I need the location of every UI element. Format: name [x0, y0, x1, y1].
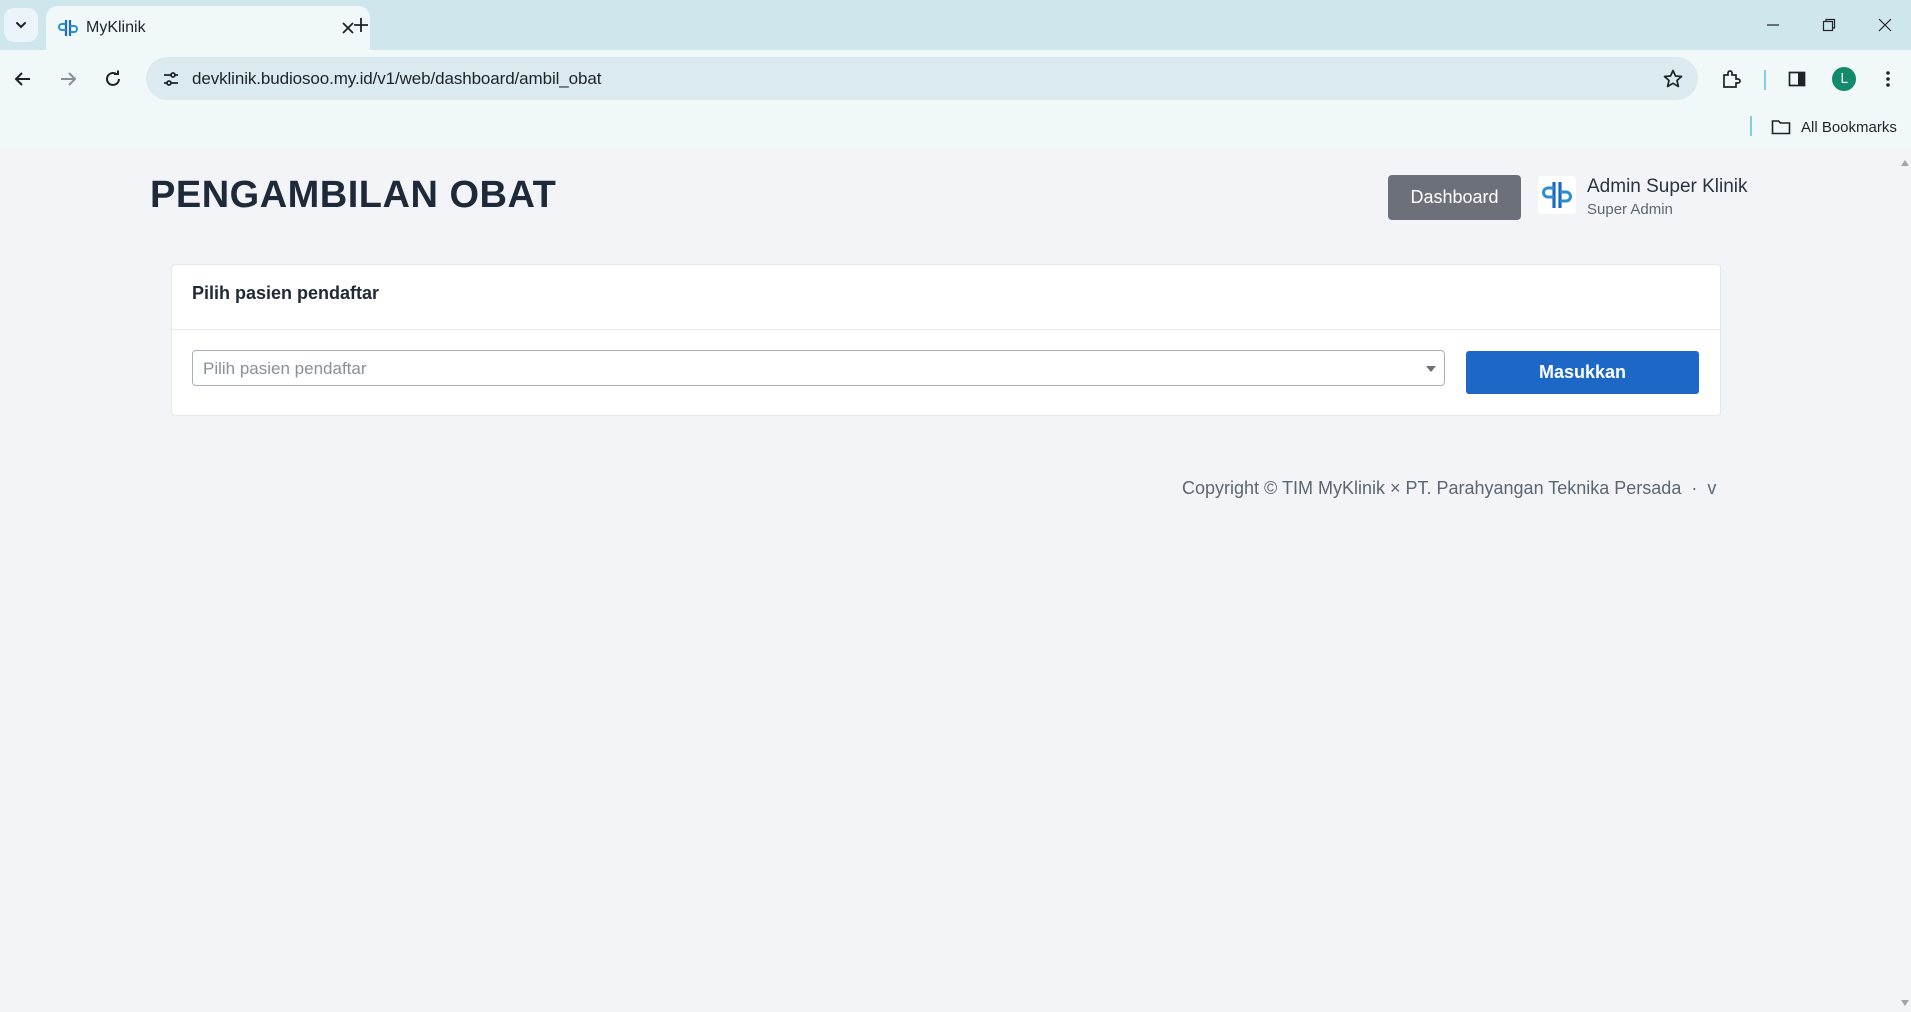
dropdown-arrow-icon [1426, 366, 1436, 372]
tab-title: MyKlinik [86, 19, 146, 36]
restore-button[interactable] [1806, 8, 1852, 42]
footer: Copyright © TIM MyKlinik × PT. Parahyang… [1182, 478, 1716, 499]
page-title: PENGAMBILAN OBAT [150, 174, 557, 216]
star-icon [1663, 69, 1683, 88]
profile-button[interactable]: L [1827, 62, 1861, 96]
footer-separator: · [1691, 478, 1698, 498]
arrow-left-icon [14, 72, 30, 86]
extensions-button[interactable] [1714, 62, 1748, 96]
arrow-right-icon [61, 72, 77, 86]
url-text[interactable]: devklinik.budiosoo.my.id/v1/web/dashboar… [192, 69, 601, 89]
restore-icon [1822, 18, 1836, 32]
close-icon [1878, 18, 1892, 32]
tune-icon [164, 72, 178, 86]
plus-icon [354, 18, 368, 32]
bookmark-star-button[interactable] [1660, 66, 1686, 92]
side-panel-icon [1788, 71, 1806, 87]
scroll-down-arrow-icon[interactable] [1901, 1000, 1909, 1006]
tab-search-button[interactable] [4, 8, 38, 42]
card-title: Pilih pasien pendaftar [192, 283, 380, 303]
user-role: Super Admin [1587, 201, 1673, 218]
side-panel-button[interactable] [1780, 62, 1814, 96]
copyright-text: Copyright © TIM MyKlinik × PT. Parahyang… [1182, 478, 1682, 498]
all-bookmarks-label: All Bookmarks [1801, 118, 1897, 136]
more-vertical-icon [1886, 71, 1890, 87]
card-header: Pilih pasien pendaftar [172, 265, 1720, 330]
browser-toolbar: devklinik.budiosoo.my.id/v1/web/dashboar… [0, 50, 1911, 108]
clinic-logo-icon [1538, 176, 1576, 214]
minimize-icon [1767, 24, 1779, 26]
page-scrollbar[interactable] [1899, 150, 1911, 1012]
puzzle-icon [1723, 70, 1741, 88]
version-text: v [1707, 478, 1717, 498]
bookmarks-bar: All Bookmarks [0, 108, 1911, 150]
all-bookmarks-button[interactable]: All Bookmarks [1771, 115, 1897, 139]
forward-button[interactable] [51, 62, 85, 96]
scroll-up-arrow-icon[interactable] [1901, 160, 1909, 166]
minimize-button[interactable] [1750, 8, 1796, 42]
myklinik-favicon-icon [58, 20, 78, 36]
browser-tab[interactable]: MyKlinik [46, 6, 370, 50]
patient-select[interactable]: Pilih pasien pendaftar [192, 350, 1445, 386]
folder-icon [1771, 120, 1791, 135]
patient-select-placeholder: Pilih pasien pendaftar [203, 359, 367, 378]
user-name: Admin Super Klinik [1587, 176, 1748, 197]
submit-button[interactable]: Masukkan [1466, 351, 1699, 394]
page-content: PENGAMBILAN OBAT Dashboard Admin Super K… [0, 150, 1899, 1012]
profile-avatar: L [1832, 67, 1856, 91]
back-button[interactable] [6, 62, 40, 96]
address-bar[interactable]: devklinik.budiosoo.my.id/v1/web/dashboar… [146, 57, 1698, 100]
dashboard-button[interactable]: Dashboard [1388, 175, 1521, 220]
bookmarks-separator [1750, 116, 1752, 136]
site-info-button[interactable] [156, 64, 186, 94]
reload-button[interactable] [96, 62, 130, 96]
new-tab-button[interactable] [346, 10, 376, 40]
tab-strip: MyKlinik [0, 0, 1911, 50]
patient-select-card: Pilih pasien pendaftar Pilih pasien pend… [171, 264, 1721, 416]
close-window-button[interactable] [1862, 8, 1908, 42]
toolbar-separator [1764, 70, 1766, 90]
browser-menu-button[interactable] [1871, 62, 1905, 96]
chevron-down-icon [16, 22, 26, 29]
reload-icon [106, 70, 120, 86]
